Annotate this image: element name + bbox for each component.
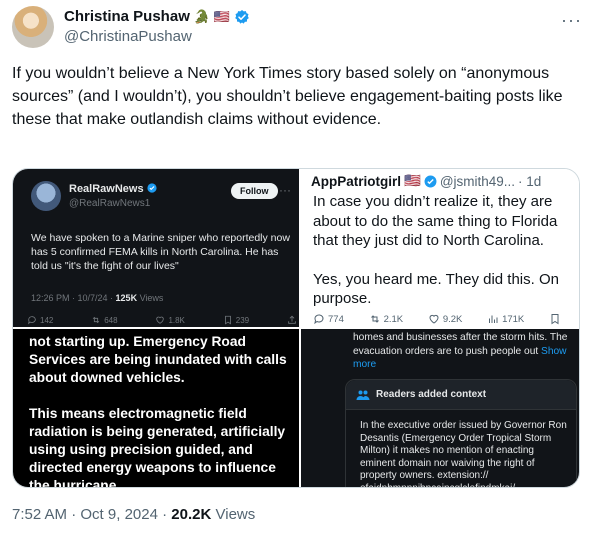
heart-icon xyxy=(429,314,439,324)
bookmark-count: 239 xyxy=(223,315,249,325)
claim-text: not starting up. Emergency Road Services… xyxy=(29,333,297,488)
readers-context-title: Readers added context xyxy=(376,389,487,400)
tweet-time[interactable]: 7:52 AM xyxy=(12,506,67,523)
readers-context-body: In the executive order issued by Governo… xyxy=(360,420,567,488)
heart-icon xyxy=(156,316,165,324)
readers-context-box: Readers added context In the executive o… xyxy=(345,379,577,488)
analytics-icon xyxy=(489,315,498,323)
apppatriotgirl-para-1: In case you didn’t realize it, they are … xyxy=(313,193,558,249)
apppatriotgirl-body: In case you didn’t realize it, they are … xyxy=(313,192,579,309)
readers-context-header: Readers added context xyxy=(346,380,576,410)
apppatriotgirl-para-2: Yes, you heard me. They did this. On pur… xyxy=(313,270,559,308)
media-image-apppatriotgirl[interactable]: AppPatriotgirl 🇺🇸 @jsmith49... · 1d In c… xyxy=(301,169,579,327)
reply-icon xyxy=(28,316,36,325)
bookmark-icon xyxy=(549,313,561,325)
repost-icon xyxy=(93,316,100,324)
realrawnews-meta: 12:26 PM · 10/7/24 · 125K Views xyxy=(31,293,164,303)
separator: · xyxy=(71,506,77,523)
follow-button: Follow xyxy=(231,183,278,199)
like-count: 9.2K xyxy=(428,313,462,325)
tweet-text: If you wouldn’t believe a New York Times… xyxy=(12,65,563,128)
repost-count: 648 xyxy=(91,315,118,325)
view-count: 20.2K xyxy=(171,506,212,523)
claim-para-1: not starting up. Emergency Road Services… xyxy=(29,334,287,385)
apppatriotgirl-header: AppPatriotgirl 🇺🇸 @jsmith49... · 1d xyxy=(311,173,541,189)
apppatriotgirl-age: · 1d xyxy=(518,173,542,189)
like-count: 1.8K xyxy=(155,315,185,325)
claim-para-2: This means electromagnetic field radiati… xyxy=(29,406,286,488)
verified-badge-icon xyxy=(147,183,157,193)
tweet-footer: 7:52 AM · Oct 9, 2024 · 20.2K Views xyxy=(12,506,255,523)
verified-badge-icon xyxy=(424,175,437,187)
media-image-text-claim[interactable]: not starting up. Emergency Road Services… xyxy=(13,329,299,488)
verified-badge-icon xyxy=(235,9,249,24)
evacuation-text: homes and businesses after the storm hit… xyxy=(353,332,568,370)
author-name[interactable]: Christina Pushaw xyxy=(64,8,190,25)
reply-count: 774 xyxy=(313,313,344,325)
realrawnews-name: RealRawNews xyxy=(69,183,157,195)
flag-emoji: 🇺🇸 xyxy=(404,173,421,188)
tweet-date[interactable]: Oct 9, 2024 xyxy=(80,506,158,523)
media-grid[interactable]: RealRawNews @RealRawNews1 Follow ··· We … xyxy=(12,168,580,488)
people-icon xyxy=(356,390,370,400)
more-options-icon[interactable]: ··· xyxy=(561,10,582,31)
reply-count: 142 xyxy=(27,315,53,325)
bookmark-icon xyxy=(224,315,231,325)
realrawnews-handle: @RealRawNews1 xyxy=(69,198,151,209)
author-handle[interactable]: @ChristinaPushaw xyxy=(64,28,192,45)
reply-icon xyxy=(314,314,324,325)
name-emoji: 🐊 🇺🇸 xyxy=(193,9,230,24)
apppatriotgirl-actions: 774 2.1K 9.2K 171K xyxy=(313,313,561,325)
repost-count: 2.1K xyxy=(369,313,403,325)
share-icon xyxy=(287,315,297,325)
media-image-community-note[interactable]: homes and businesses after the storm hit… xyxy=(301,329,579,488)
separator: · xyxy=(162,506,168,523)
media-image-realrawnews[interactable]: RealRawNews @RealRawNews1 Follow ··· We … xyxy=(13,169,299,327)
views-label: Views xyxy=(215,506,256,523)
more-options-icon: ··· xyxy=(279,183,291,197)
tweet-header: Christina Pushaw 🐊 🇺🇸 @ChristinaPushaw ·… xyxy=(12,6,586,50)
apppatriotgirl-handle: @jsmith49... xyxy=(439,173,516,189)
avatar[interactable] xyxy=(12,6,54,48)
apppatriotgirl-name: AppPatriotgirl xyxy=(311,173,401,189)
realrawnews-actions: 142 648 1.8K 239 xyxy=(27,315,297,325)
realrawnews-avatar xyxy=(31,181,61,211)
author-name-row: Christina Pushaw 🐊 🇺🇸 xyxy=(64,8,250,25)
realrawnews-body: We have spoken to a Marine sniper who re… xyxy=(31,232,290,272)
repost-icon xyxy=(370,315,379,323)
view-count: 171K xyxy=(487,313,524,325)
